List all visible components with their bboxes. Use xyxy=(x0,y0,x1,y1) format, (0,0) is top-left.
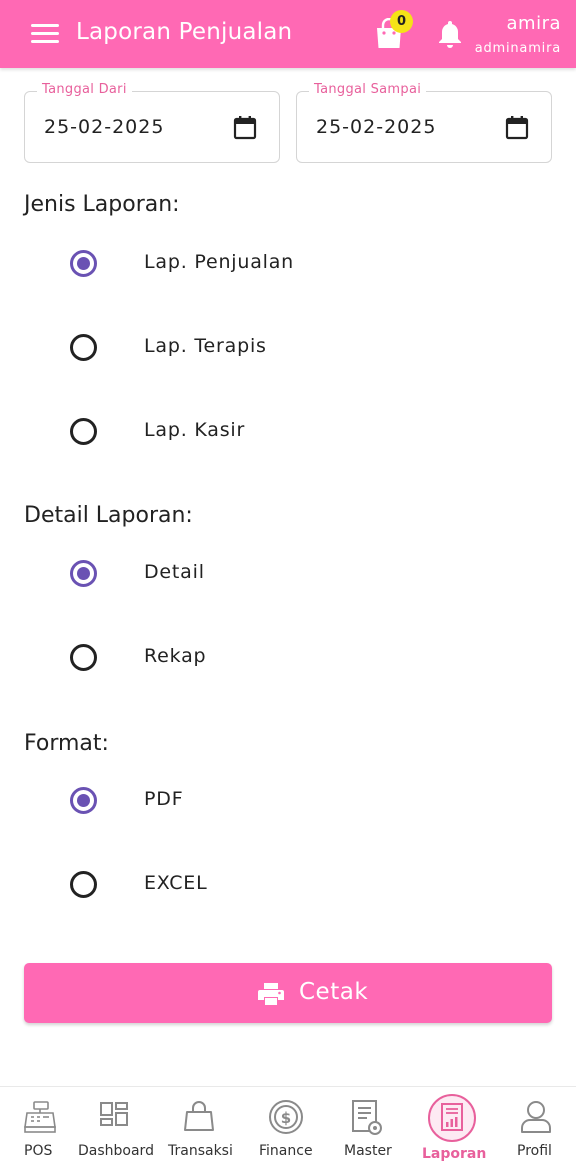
radio-label: PDF xyxy=(144,788,184,810)
hamburger-menu-icon[interactable] xyxy=(31,22,59,46)
radio-button-selected[interactable] xyxy=(70,250,97,277)
nav-item-transaksi[interactable]: Transaksi xyxy=(166,1087,234,1171)
document-gear-icon xyxy=(352,1100,382,1135)
radio-lap-terapis[interactable]: Lap. Terapis xyxy=(0,320,576,376)
report-chart-icon xyxy=(428,1094,476,1142)
nav-label: Laporan xyxy=(422,1146,487,1162)
nav-item-laporan[interactable]: Laporan xyxy=(416,1087,490,1171)
radio-button[interactable] xyxy=(70,418,97,445)
cash-register-icon xyxy=(24,1101,56,1133)
printer-icon xyxy=(258,983,284,1005)
nav-item-master[interactable]: Master xyxy=(338,1087,400,1171)
calendar-icon[interactable] xyxy=(505,115,529,140)
shopping-bag-icon xyxy=(184,1101,214,1131)
date-from-value: 25-02-2025 xyxy=(44,116,165,138)
radio-detail[interactable]: Detail xyxy=(0,546,576,602)
radio-label: Lap. Penjualan xyxy=(144,251,295,273)
radio-button[interactable] xyxy=(70,871,97,898)
nav-item-pos[interactable]: POS xyxy=(0,1087,80,1171)
radio-label: Lap. Kasir xyxy=(144,419,246,441)
cetak-button-label: Cetak xyxy=(299,979,369,1005)
user-name: amira xyxy=(506,13,561,34)
date-to-value: 25-02-2025 xyxy=(316,116,437,138)
svg-text:$: $ xyxy=(281,1109,291,1127)
radio-lap-kasir[interactable]: Lap. Kasir xyxy=(0,404,576,460)
page-title: Laporan Penjualan xyxy=(76,19,293,45)
date-from-label: Tanggal Dari xyxy=(37,82,132,97)
dollar-coin-icon: $ xyxy=(269,1100,303,1134)
radio-label: Detail xyxy=(144,561,205,583)
radio-label: EXCEL xyxy=(144,872,208,894)
format-heading: Format: xyxy=(24,731,109,756)
user-id: adminamira xyxy=(474,41,561,56)
calendar-icon[interactable] xyxy=(233,115,257,140)
radio-button-selected[interactable] xyxy=(70,787,97,814)
nav-label: Dashboard xyxy=(78,1143,154,1159)
date-to-field[interactable]: Tanggal Sampai 25-02-2025 xyxy=(296,82,552,163)
nav-item-dashboard[interactable]: Dashboard xyxy=(78,1087,158,1171)
radio-lap-penjualan[interactable]: Lap. Penjualan xyxy=(0,236,576,292)
notification-bell-icon[interactable] xyxy=(435,18,465,50)
app-header: Laporan Penjualan 0 amira adminamira xyxy=(0,0,576,68)
detail-laporan-heading: Detail Laporan: xyxy=(24,503,193,528)
nav-label: Finance xyxy=(259,1143,313,1159)
nav-label: Transaksi xyxy=(168,1143,233,1159)
nav-label: POS xyxy=(24,1143,53,1159)
dashboard-grid-icon xyxy=(100,1102,128,1126)
cetak-button[interactable]: Cetak xyxy=(24,963,552,1023)
date-to-label: Tanggal Sampai xyxy=(309,82,427,97)
bottom-navigation: POS Dashboard Transaksi $ Finance Master… xyxy=(0,1086,576,1171)
nav-label: Master xyxy=(344,1143,392,1159)
nav-item-finance[interactable]: $ Finance xyxy=(254,1087,320,1171)
jenis-laporan-heading: Jenis Laporan: xyxy=(24,192,180,217)
date-from-field[interactable]: Tanggal Dari 25-02-2025 xyxy=(24,82,280,163)
nav-label: Profil xyxy=(517,1143,552,1159)
radio-label: Rekap xyxy=(144,645,207,667)
nav-item-profil[interactable]: Profil xyxy=(510,1087,562,1171)
radio-button[interactable] xyxy=(70,644,97,671)
radio-button-selected[interactable] xyxy=(70,560,97,587)
radio-excel[interactable]: EXCEL xyxy=(0,857,576,913)
radio-rekap[interactable]: Rekap xyxy=(0,630,576,686)
radio-pdf[interactable]: PDF xyxy=(0,773,576,829)
cart-count-badge: 0 xyxy=(390,10,413,33)
user-icon xyxy=(521,1101,551,1133)
radio-button[interactable] xyxy=(70,334,97,361)
radio-label: Lap. Terapis xyxy=(144,335,267,357)
